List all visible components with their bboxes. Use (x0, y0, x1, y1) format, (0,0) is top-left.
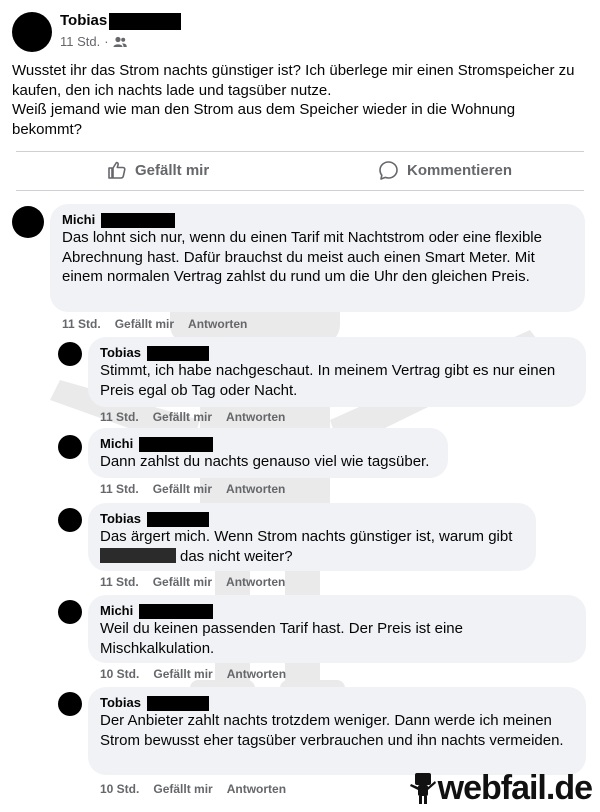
comment-actions: 11 Std. Gefällt mir Antworten (62, 317, 247, 331)
webfail-logo: webfail.de (409, 769, 593, 808)
comment-avatar[interactable] (12, 206, 44, 238)
comment-label: Kommentieren (407, 162, 513, 179)
comment-reply-button[interactable]: Antworten (227, 782, 286, 796)
redacted-surname (146, 695, 209, 711)
comment-bubble: Michi Das lohnt sich nur, wenn du einen … (50, 204, 585, 312)
comment-text-part: das nicht weiter? (180, 547, 293, 565)
comment-reply-button[interactable]: Antworten (188, 317, 247, 331)
comment-like-button[interactable]: Gefällt mir (153, 410, 212, 424)
comment-time[interactable]: 10 Std. (100, 782, 139, 796)
redacted-surname (146, 345, 209, 361)
redacted-surname (101, 212, 176, 228)
comment-like-button[interactable]: Gefällt mir (115, 317, 174, 331)
divider (16, 151, 584, 152)
redacted-surname (109, 13, 181, 30)
post-meta: 11 Std. · (60, 34, 127, 49)
webfail-brand-text: webfail.de (437, 769, 593, 807)
comment-reply-button[interactable]: Antworten (226, 410, 285, 424)
comment-author[interactable]: Michi (100, 436, 133, 452)
divider (16, 190, 584, 191)
redacted-name (100, 547, 176, 563)
comment-reply-button[interactable]: Antworten (226, 575, 285, 589)
webfail-mascot-icon (409, 772, 436, 804)
comment-avatar[interactable] (58, 600, 82, 624)
comment-time[interactable]: 11 Std. (100, 410, 139, 424)
comment-avatar[interactable] (58, 435, 82, 459)
comment-actions: 11 Std. Gefällt mir Antworten (100, 410, 285, 424)
comment-avatar[interactable] (58, 692, 82, 716)
comment-text: Stimmt, ich habe nachgeschaut. In meinem… (100, 362, 556, 399)
comment-icon (379, 161, 398, 180)
comment-time[interactable]: 10 Std. (100, 667, 139, 681)
comment-text: Das ärgert mich. Wenn Strom nachts günst… (100, 527, 524, 566)
comment-author[interactable]: Tobias (100, 511, 141, 527)
comment-time[interactable]: 11 Std. (100, 482, 139, 496)
comment-text: Das lohnt sich nur, wenn du einen Tarif … (62, 229, 542, 285)
comment-author[interactable]: Tobias (100, 345, 141, 361)
thumbs-up-icon (108, 161, 126, 179)
redacted-surname (139, 603, 214, 619)
comment-like-button[interactable]: Gefällt mir (153, 782, 212, 796)
comment-time[interactable]: 11 Std. (100, 575, 139, 589)
post-paragraph: Weiß jemand wie man den Strom aus dem Sp… (12, 101, 516, 138)
post-time[interactable]: 11 Std. (60, 34, 100, 49)
like-label: Gefällt mir (135, 161, 210, 179)
comment-text: Dann zahlst du nachts genauso viel wie t… (100, 453, 430, 470)
comment-like-button[interactable]: Gefällt mir (153, 575, 212, 589)
like-button[interactable]: Gefällt mir (107, 160, 209, 180)
comment-author[interactable]: Michi (100, 603, 133, 619)
redacted-surname (139, 436, 214, 452)
meta-separator: · (104, 34, 109, 49)
comment-text: Weil du keinen passenden Tarif hast. Der… (100, 620, 463, 657)
post-body: Wusstet ihr das Strom nachts günstiger i… (12, 61, 577, 139)
friends-icon (113, 36, 127, 47)
comment-text: Der Anbieter zahlt nachts trotzdem wenig… (100, 712, 564, 749)
comment-reply-button[interactable]: Antworten (227, 667, 286, 681)
comment-avatar[interactable] (58, 508, 82, 532)
redacted-surname (146, 511, 209, 527)
comment-reply-button[interactable]: Antworten (226, 482, 285, 496)
comment-like-button[interactable]: Gefällt mir (153, 482, 212, 496)
comment-actions: 11 Std. Gefällt mir Antworten (100, 482, 285, 496)
comment-like-button[interactable]: Gefällt mir (153, 667, 212, 681)
comment-actions: 10 Std. Gefällt mir Antworten (100, 782, 286, 796)
comment-author[interactable]: Michi (62, 212, 95, 228)
comment-author[interactable]: Tobias (100, 695, 141, 711)
comment-actions: 11 Std. Gefällt mir Antworten (100, 575, 285, 589)
comment-avatar[interactable] (58, 342, 82, 366)
comment-text-part: Das ärgert mich. Wenn Strom nachts günst… (100, 528, 513, 545)
post-author-name[interactable]: Tobias (60, 12, 107, 29)
post-paragraph: Wusstet ihr das Strom nachts günstiger i… (12, 62, 575, 99)
comment-bubble: Michi Weil du keinen passenden Tarif has… (88, 595, 586, 663)
comment-bubble: Tobias Der Anbieter zahlt nachts trotzde… (88, 687, 586, 775)
comment-time[interactable]: 11 Std. (62, 317, 101, 331)
post-author-avatar[interactable] (12, 12, 52, 52)
comment-bubble: Tobias Stimmt, ich habe nachgeschaut. In… (88, 337, 586, 407)
comment-button[interactable]: Kommentieren (378, 160, 512, 181)
comment-bubble: Tobias Das ärgert mich. Wenn Strom nacht… (88, 503, 536, 571)
comment-actions: 10 Std. Gefällt mir Antworten (100, 667, 286, 681)
comment-bubble: Michi Dann zahlst du nachts genauso viel… (88, 428, 448, 478)
